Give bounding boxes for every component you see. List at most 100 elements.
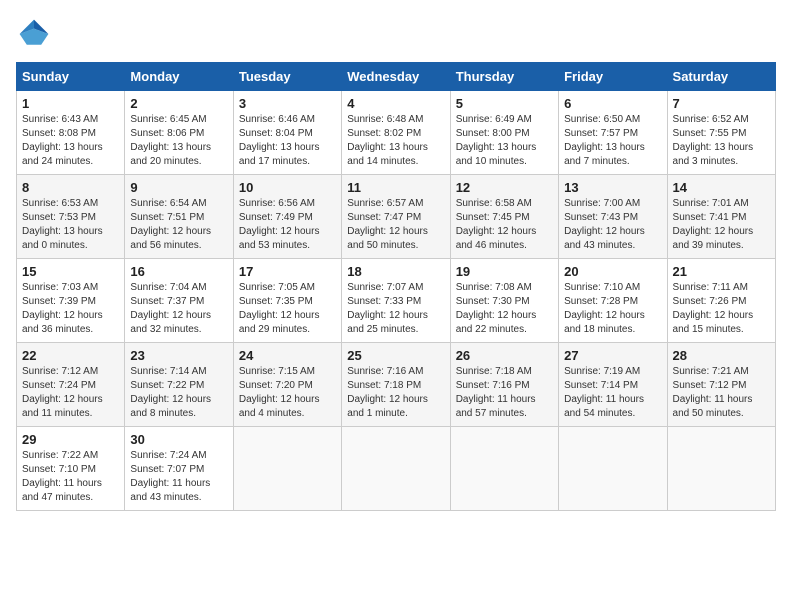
calendar-cell: 11 Sunrise: 6:57 AM Sunset: 7:47 PM Dayli…	[342, 175, 450, 259]
calendar-cell: 28 Sunrise: 7:21 AM Sunset: 7:12 PM Dayli…	[667, 343, 775, 427]
day-number: 20	[564, 264, 661, 279]
calendar-cell: 1 Sunrise: 6:43 AM Sunset: 8:08 PM Daylig…	[17, 91, 125, 175]
cell-content: Sunrise: 7:04 AM Sunset: 7:37 PM Dayligh…	[130, 281, 227, 337]
calendar-cell: 14Sunrise: 7:01 AM Sunset: 7:41 PM Dayli…	[667, 175, 775, 259]
cell-content: Sunrise: 7:05 AM Sunset: 7:35 PM Dayligh…	[239, 281, 336, 337]
day-number: 21	[673, 264, 770, 279]
calendar-cell: 4Sunrise: 6:48 AM Sunset: 8:02 PM Daylig…	[342, 91, 450, 175]
day-number: 11	[347, 180, 444, 195]
cell-content: Sunrise: 7:11 AM Sunset: 7:26 PM Dayligh…	[673, 281, 770, 337]
day-number: 5	[456, 96, 553, 111]
day-number: 22	[22, 348, 119, 363]
logo	[16, 16, 58, 52]
calendar-cell	[559, 427, 667, 511]
day-number: 28	[673, 348, 770, 363]
col-friday: Friday	[559, 63, 667, 91]
logo-icon	[16, 16, 52, 52]
day-number: 8	[22, 180, 119, 195]
calendar-cell	[233, 427, 341, 511]
cell-content: Sunrise: 7:00 AM Sunset: 7:43 PM Dayligh…	[564, 197, 661, 253]
calendar-cell: 16 Sunrise: 7:04 AM Sunset: 7:37 PM Dayli…	[125, 259, 233, 343]
cell-content: Sunrise: 7:18 AM Sunset: 7:16 PM Dayligh…	[456, 365, 553, 421]
calendar-cell: 29 Sunrise: 7:22 AM Sunset: 7:10 PM Dayli…	[17, 427, 125, 511]
col-wednesday: Wednesday	[342, 63, 450, 91]
cell-content: Sunrise: 7:21 AM Sunset: 7:12 PM Dayligh…	[673, 365, 770, 421]
cell-content: Sunrise: 7:01 AM Sunset: 7:41 PM Dayligh…	[673, 197, 770, 253]
cell-content: Sunrise: 7:12 AM Sunset: 7:24 PM Dayligh…	[22, 365, 119, 421]
calendar-header-row: Sunday Monday Tuesday Wednesday Thursday…	[17, 63, 776, 91]
day-number: 13	[564, 180, 661, 195]
calendar-cell: 17 Sunrise: 7:05 AM Sunset: 7:35 PM Dayli…	[233, 259, 341, 343]
day-number: 15	[22, 264, 119, 279]
cell-content: Sunrise: 6:52 AM Sunset: 7:55 PM Dayligh…	[673, 113, 770, 169]
page-header	[16, 16, 776, 52]
cell-content: Sunrise: 7:22 AM Sunset: 7:10 PM Dayligh…	[22, 449, 119, 505]
day-number: 16	[130, 264, 227, 279]
calendar-week-row: 22 Sunrise: 7:12 AM Sunset: 7:24 PM Dayli…	[17, 343, 776, 427]
cell-content: Sunrise: 7:19 AM Sunset: 7:14 PM Dayligh…	[564, 365, 661, 421]
calendar-week-row: 8 Sunrise: 6:53 AM Sunset: 7:53 PM Daylig…	[17, 175, 776, 259]
calendar-cell: 26 Sunrise: 7:18 AM Sunset: 7:16 PM Dayli…	[450, 343, 558, 427]
calendar-cell: 22 Sunrise: 7:12 AM Sunset: 7:24 PM Dayli…	[17, 343, 125, 427]
day-number: 12	[456, 180, 553, 195]
col-tuesday: Tuesday	[233, 63, 341, 91]
cell-content: Sunrise: 7:03 AM Sunset: 7:39 PM Dayligh…	[22, 281, 119, 337]
cell-content: Sunrise: 6:57 AM Sunset: 7:47 PM Dayligh…	[347, 197, 444, 253]
col-sunday: Sunday	[17, 63, 125, 91]
calendar-cell: 12 Sunrise: 6:58 AM Sunset: 7:45 PM Dayli…	[450, 175, 558, 259]
calendar-week-row: 15 Sunrise: 7:03 AM Sunset: 7:39 PM Dayli…	[17, 259, 776, 343]
col-saturday: Saturday	[667, 63, 775, 91]
day-number: 10	[239, 180, 336, 195]
cell-content: Sunrise: 7:15 AM Sunset: 7:20 PM Dayligh…	[239, 365, 336, 421]
day-number: 30	[130, 432, 227, 447]
day-number: 1	[22, 96, 119, 111]
calendar-cell: 20Sunrise: 7:10 AM Sunset: 7:28 PM Dayli…	[559, 259, 667, 343]
calendar-cell: 8 Sunrise: 6:53 AM Sunset: 7:53 PM Daylig…	[17, 175, 125, 259]
calendar-cell: 3 Sunrise: 6:46 AM Sunset: 8:04 PM Daylig…	[233, 91, 341, 175]
calendar-cell: 24 Sunrise: 7:15 AM Sunset: 7:20 PM Dayli…	[233, 343, 341, 427]
cell-content: Sunrise: 7:07 AM Sunset: 7:33 PM Dayligh…	[347, 281, 444, 337]
calendar-cell: 25 Sunrise: 7:16 AM Sunset: 7:18 PM Dayli…	[342, 343, 450, 427]
calendar-cell: 21 Sunrise: 7:11 AM Sunset: 7:26 PM Dayli…	[667, 259, 775, 343]
calendar-week-row: 1 Sunrise: 6:43 AM Sunset: 8:08 PM Daylig…	[17, 91, 776, 175]
day-number: 18	[347, 264, 444, 279]
cell-content: Sunrise: 6:48 AM Sunset: 8:02 PM Dayligh…	[347, 113, 444, 169]
day-number: 29	[22, 432, 119, 447]
calendar-table: Sunday Monday Tuesday Wednesday Thursday…	[16, 62, 776, 511]
calendar-cell: 7 Sunrise: 6:52 AM Sunset: 7:55 PM Daylig…	[667, 91, 775, 175]
cell-content: Sunrise: 6:54 AM Sunset: 7:51 PM Dayligh…	[130, 197, 227, 253]
cell-content: Sunrise: 6:58 AM Sunset: 7:45 PM Dayligh…	[456, 197, 553, 253]
calendar-cell: 18 Sunrise: 7:07 AM Sunset: 7:33 PM Dayli…	[342, 259, 450, 343]
day-number: 25	[347, 348, 444, 363]
day-number: 24	[239, 348, 336, 363]
cell-content: Sunrise: 7:16 AM Sunset: 7:18 PM Dayligh…	[347, 365, 444, 421]
cell-content: Sunrise: 7:14 AM Sunset: 7:22 PM Dayligh…	[130, 365, 227, 421]
day-number: 9	[130, 180, 227, 195]
day-number: 6	[564, 96, 661, 111]
day-number: 7	[673, 96, 770, 111]
day-number: 19	[456, 264, 553, 279]
day-number: 17	[239, 264, 336, 279]
day-number: 27	[564, 348, 661, 363]
calendar-cell	[342, 427, 450, 511]
cell-content: Sunrise: 6:43 AM Sunset: 8:08 PM Dayligh…	[22, 113, 119, 169]
calendar-cell: 10 Sunrise: 6:56 AM Sunset: 7:49 PM Dayli…	[233, 175, 341, 259]
day-number: 26	[456, 348, 553, 363]
calendar-cell: 5 Sunrise: 6:49 AM Sunset: 8:00 PM Daylig…	[450, 91, 558, 175]
calendar-cell: 19 Sunrise: 7:08 AM Sunset: 7:30 PM Dayli…	[450, 259, 558, 343]
cell-content: Sunrise: 6:53 AM Sunset: 7:53 PM Dayligh…	[22, 197, 119, 253]
cell-content: Sunrise: 6:56 AM Sunset: 7:49 PM Dayligh…	[239, 197, 336, 253]
cell-content: Sunrise: 6:49 AM Sunset: 8:00 PM Dayligh…	[456, 113, 553, 169]
calendar-cell: 27 Sunrise: 7:19 AM Sunset: 7:14 PM Dayli…	[559, 343, 667, 427]
cell-content: Sunrise: 6:46 AM Sunset: 8:04 PM Dayligh…	[239, 113, 336, 169]
calendar-week-row: 29 Sunrise: 7:22 AM Sunset: 7:10 PM Dayli…	[17, 427, 776, 511]
cell-content: Sunrise: 7:08 AM Sunset: 7:30 PM Dayligh…	[456, 281, 553, 337]
calendar-cell: 13 Sunrise: 7:00 AM Sunset: 7:43 PM Dayli…	[559, 175, 667, 259]
day-number: 3	[239, 96, 336, 111]
day-number: 2	[130, 96, 227, 111]
calendar-cell: 6Sunrise: 6:50 AM Sunset: 7:57 PM Daylig…	[559, 91, 667, 175]
calendar-cell: 30Sunrise: 7:24 AM Sunset: 7:07 PM Dayli…	[125, 427, 233, 511]
cell-content: Sunrise: 6:45 AM Sunset: 8:06 PM Dayligh…	[130, 113, 227, 169]
calendar-cell: 23Sunrise: 7:14 AM Sunset: 7:22 PM Dayli…	[125, 343, 233, 427]
col-thursday: Thursday	[450, 63, 558, 91]
